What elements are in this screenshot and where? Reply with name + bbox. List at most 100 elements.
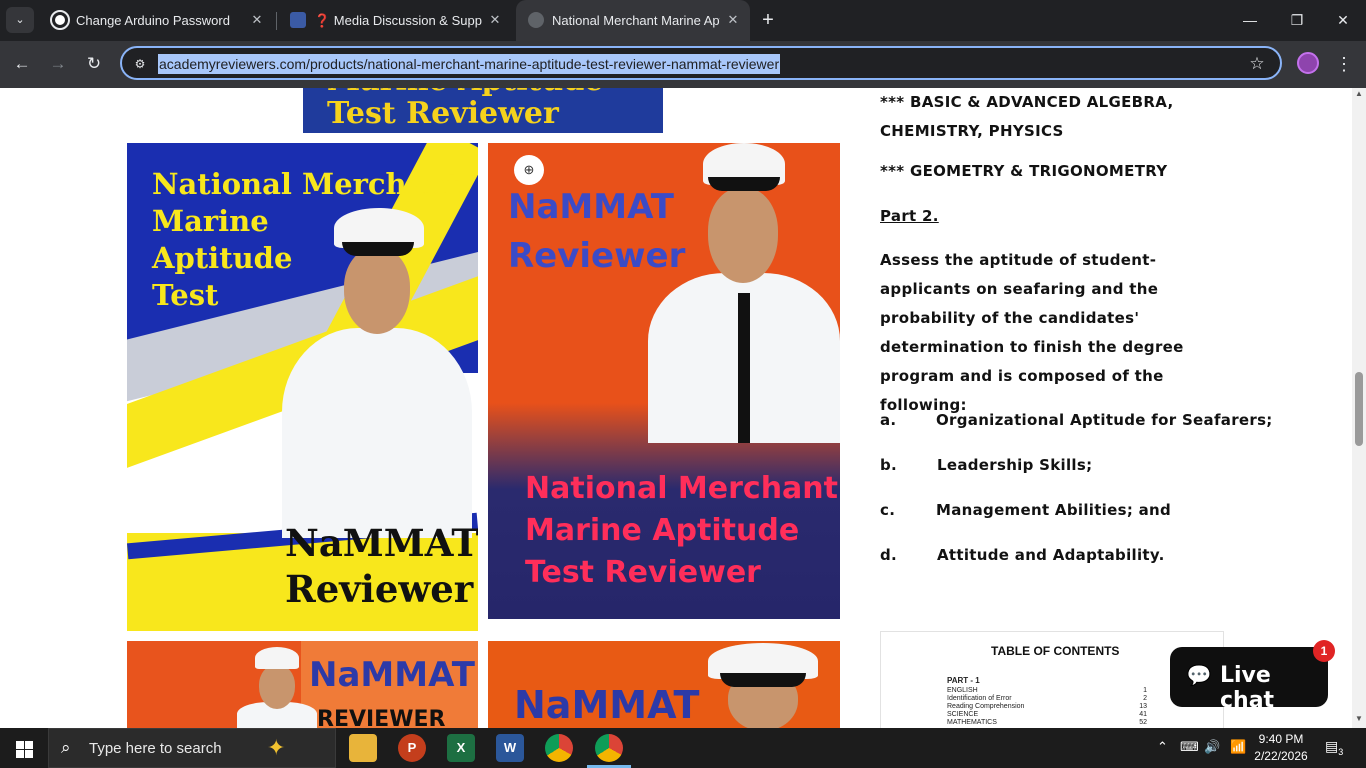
toc-row: Identification of Error 2 [947, 695, 1147, 702]
tab-title: National Merchant Marine Aptitude [552, 13, 720, 28]
headline-line: National Merchant [152, 167, 460, 201]
restore-button[interactable]: ❐ [1285, 8, 1309, 32]
cadet-figure [282, 208, 472, 538]
list-text: Organizational Aptitude for Seafarers; [936, 411, 1273, 429]
menu-icon[interactable]: ⋮ [1334, 51, 1354, 77]
site-settings-icon[interactable]: ⚙ [130, 54, 150, 74]
start-button[interactable] [0, 728, 48, 768]
desc-algebra-line: *** BASIC & ADVANCED ALGEBRA, CHEMISTRY,… [880, 93, 1174, 140]
chrome-profile-icon[interactable] [595, 734, 623, 762]
footer-line: Test Reviewer [525, 555, 761, 590]
tab-title: Change Arduino Password [76, 13, 230, 28]
list-text: Attitude and Adaptability. [937, 546, 1165, 564]
list-key: a. [880, 411, 897, 429]
close-icon[interactable]: ✕ [724, 11, 742, 29]
tab-national-merchant-marine[interactable]: National Merchant Marine Aptitude ✕ [516, 0, 750, 41]
list-text: Leadership Skills; [937, 456, 1093, 474]
clock-time: 9:40 PM [1258, 732, 1304, 746]
close-window-button[interactable]: ✕ [1331, 8, 1355, 32]
cadet-figure [648, 143, 840, 443]
scroll-up-arrow[interactable]: ▲ [1354, 89, 1364, 98]
tab-media-discussion[interactable]: ❓ Media Discussion & Support ✕ [278, 0, 512, 41]
notifications-icon[interactable]: ▤3 [1325, 738, 1347, 758]
word-icon[interactable]: W [496, 734, 524, 762]
scroll-down-arrow[interactable]: ▼ [1354, 714, 1364, 723]
toc-title: TABLE OF CONTENTS [991, 644, 1120, 658]
cadet-figure [698, 641, 828, 728]
live-chat-button[interactable]: 💬 Live chat [1170, 647, 1328, 713]
back-button[interactable]: ← [9, 51, 35, 77]
list-item: b. Leadership Skills; [880, 456, 1240, 478]
tab-strip: ⌄ Change Arduino Password ✕ ❓ Media Disc… [0, 0, 1366, 41]
footer-line: NaMMAT [285, 521, 478, 565]
product-image-2[interactable]: ⊕ NaMMAT Reviewer National Merchant Mari… [488, 143, 840, 619]
list-item: d. Attitude and Adaptability. [880, 546, 1240, 568]
clock-date: 2/22/2026 [1254, 749, 1308, 763]
toc-row: ENGLISH 1 [947, 687, 1147, 694]
notification-count: 3 [1338, 746, 1344, 757]
banner-text: Marine Aptitude Test Reviewer [327, 88, 603, 131]
top-banner-image: Marine Aptitude Test Reviewer [303, 88, 663, 133]
zoom-icon[interactable]: ⊕ [514, 155, 544, 185]
chrome-icon[interactable] [545, 734, 573, 762]
globe-icon [528, 12, 544, 28]
product-image-1[interactable]: National Merchant Marine Aptitude Test N… [127, 143, 478, 631]
desc-geometry-line: *** GEOMETRY & TRIGONOMETRY [880, 162, 1168, 180]
windows-logo-icon [16, 741, 24, 749]
taskbar-clock[interactable]: 9:40 PM 2/22/2026 [1250, 731, 1312, 765]
wifi-icon[interactable]: 📶 [1230, 739, 1246, 755]
reload-button[interactable]: ↻ [81, 51, 107, 77]
page-content: Marine Aptitude Test Reviewer National M… [0, 88, 1352, 728]
search-icon: ⌕ [61, 738, 71, 757]
footer-line: Marine Aptitude [525, 513, 800, 548]
close-icon[interactable]: ✕ [248, 11, 266, 29]
chevron-up-icon[interactable]: ⌃ [1157, 739, 1168, 755]
tab-change-arduino-password[interactable]: Change Arduino Password ✕ [40, 0, 274, 41]
part2-paragraph: Assess the aptitude of student-applicant… [880, 251, 1184, 414]
product-image-3[interactable]: NaMMAT REVIEWER [127, 641, 478, 728]
windows-taskbar: ⌕ Type here to search ✦ P X W ⌃ ⌨ 🔊 📶 9:… [0, 728, 1366, 768]
list-key: b. [880, 456, 898, 474]
headline-line: Test [152, 278, 219, 312]
live-chat-label: Live chat [1220, 663, 1275, 713]
profile-avatar[interactable] [1297, 52, 1319, 74]
toc-row: Reading Comprehension 13 [947, 703, 1147, 710]
copilot-sparkle-icon: ✦ [267, 735, 286, 760]
volume-icon[interactable]: 🔊 [1204, 739, 1220, 755]
openai-icon [50, 10, 70, 30]
page-scrollbar[interactable]: ▲ ▼ [1352, 88, 1366, 728]
powerpoint-icon[interactable]: P [398, 734, 426, 762]
image-text: NaMMAT [309, 655, 475, 695]
list-text: Management Abilities; and [936, 501, 1172, 519]
taskbar-search-box[interactable]: ⌕ Type here to search ✦ [48, 728, 336, 768]
tab-search-button[interactable]: ⌄ [6, 7, 34, 33]
scrollbar-thumb[interactable] [1355, 372, 1363, 446]
tab-divider [276, 12, 277, 30]
new-tab-button[interactable]: + [756, 8, 780, 32]
cadet-figure [237, 647, 317, 728]
footer-line: Reviewer [285, 567, 474, 611]
headline-line: Aptitude [152, 241, 293, 275]
image-text: REVIEWER [317, 707, 446, 728]
tab-title: ❓ Media Discussion & Support [314, 13, 482, 28]
close-icon[interactable]: ✕ [486, 11, 504, 29]
address-bar[interactable]: ⚙ academyreviewers.com/products/national… [120, 46, 1282, 80]
forward-button[interactable]: → [45, 51, 71, 77]
minimize-button[interactable]: — [1238, 8, 1262, 32]
shield-icon [290, 12, 306, 28]
chat-unread-badge: 1 [1313, 640, 1335, 662]
list-key: c. [880, 501, 896, 519]
file-explorer-icon[interactable] [349, 734, 377, 762]
toc-row: MATHEMATICS 52 [947, 719, 1147, 726]
excel-icon[interactable]: X [447, 734, 475, 762]
product-image-4[interactable]: NaMMAT [488, 641, 840, 728]
bookmark-star-icon[interactable]: ☆ [1246, 53, 1268, 75]
chat-bubble-icon: 💬 [1186, 665, 1212, 687]
toc-row: SCIENCE 41 [947, 711, 1147, 718]
list-item: c. Management Abilities; and [880, 501, 1240, 523]
toc-part: PART - 1 [947, 676, 980, 685]
url-text[interactable]: academyreviewers.com/products/national-m… [158, 54, 781, 74]
headline-line: Marine [152, 204, 269, 238]
input-method-icon[interactable]: ⌨ [1180, 739, 1199, 755]
list-item: a. Organizational Aptitude for Seafarers… [880, 411, 1272, 433]
